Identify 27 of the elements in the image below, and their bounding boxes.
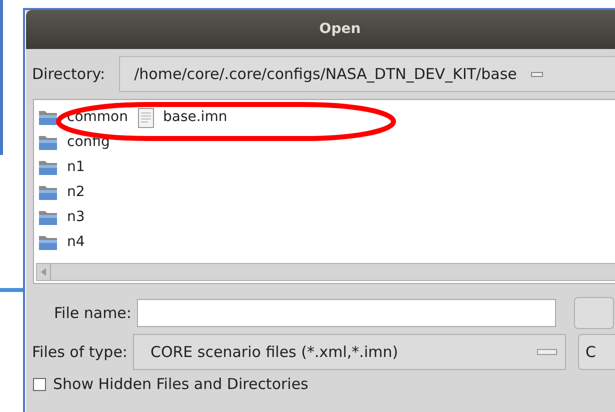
folder-icon [38,134,58,151]
directory-dropdown[interactable]: /home/core/.core/configs/NASA_DTN_DEV_KIT/base [119,56,615,92]
folder-icon [38,109,58,126]
folder-icon [38,209,58,226]
folder-item[interactable]: n3 [38,205,128,230]
folder-item[interactable]: n4 [38,230,128,255]
show-hidden-label[interactable]: Show Hidden Files and Directories [53,372,308,396]
folder-icon [38,159,58,176]
dropdown-icon [537,349,558,355]
folder-item[interactable]: n2 [38,180,128,205]
file-type-label: Files of type: [32,342,128,363]
window-title: Open [318,20,361,39]
directory-label: Directory: [32,64,106,85]
folder-icon [38,234,58,251]
checkbox[interactable] [33,378,46,390]
open-button[interactable] [574,297,614,329]
file-item[interactable]: base.imn [138,105,228,130]
cancel-button[interactable]: C [578,334,615,370]
document-icon [138,108,154,128]
file-type-dropdown[interactable]: CORE scenario files (*.xml,*.imn) [133,334,566,370]
dropdown-icon [530,72,543,76]
folder-item[interactable]: common [38,105,128,130]
horizontal-scrollbar[interactable] [36,263,615,281]
folder-icon [38,184,58,201]
folder-item[interactable]: n1 [38,155,128,180]
file-name-field[interactable] [137,299,556,327]
file-name-label: File name: [54,302,132,324]
